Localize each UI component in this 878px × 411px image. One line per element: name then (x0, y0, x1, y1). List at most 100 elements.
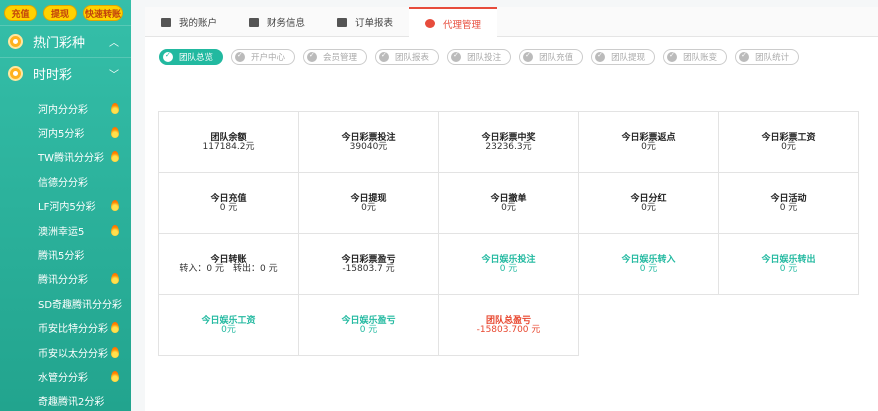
check-circle-icon (163, 51, 173, 62)
quick-transfer-button[interactable]: 快速转账 (83, 5, 123, 21)
stat-cell: 今日彩票中奖 23236.3元 (439, 112, 579, 173)
stat-cell: 今日活动 0 元 (719, 173, 859, 234)
stat-label: 今日娱乐投注 (481, 254, 536, 265)
tab-account[interactable]: 我的账户 (145, 7, 233, 37)
account-icon (160, 17, 171, 27)
hot-flame-icon (111, 346, 119, 358)
stat-cell: 今日彩票返点 0元 (579, 112, 719, 173)
subtab-pill[interactable]: 开户中心 (231, 49, 296, 65)
stat-label: 今日娱乐转入 (621, 254, 676, 265)
stat-label: 今日撤单 (490, 193, 527, 204)
tab-label: 我的账户 (178, 18, 217, 29)
lottery-item-label: 河内分分彩 (38, 104, 88, 116)
finance-icon (248, 17, 259, 27)
stat-label: 今日彩票中奖 (481, 132, 536, 143)
lottery-item-label: SD奇趣腾讯分分彩 (38, 299, 123, 311)
check-circle-icon (379, 51, 390, 62)
category-label: 时时彩 (33, 68, 73, 83)
subtab-label: 开户中心 (251, 53, 286, 63)
stat-cell: 今日娱乐转出 0 元 (719, 234, 859, 295)
category-icon (8, 34, 23, 49)
sidebar-lottery-item[interactable]: 水管分分彩 (0, 364, 131, 388)
subtab-label: 团队提现 (611, 53, 646, 63)
subtab-pill[interactable]: 团队投注 (447, 49, 512, 65)
stat-label: 今日转账 (210, 254, 247, 265)
check-circle-icon (451, 51, 462, 62)
stat-value: 0 元 (779, 263, 798, 274)
sidebar-top-buttons: 充值 提现 快速转账 (0, 0, 131, 25)
stat-cell: 今日娱乐转入 0 元 (579, 234, 719, 295)
lottery-item-label: 币安比特分分彩 (38, 324, 108, 336)
subtab-pill[interactable]: 团队充值 (519, 49, 584, 65)
sidebar-lottery-item[interactable]: 河内分分彩 (0, 96, 131, 120)
stat-label: 今日彩票投注 (341, 132, 396, 143)
stat-cell: 今日娱乐投注 0 元 (439, 234, 579, 295)
tab-bar: 我的账户 财务信息 订单报表 代理管理 (145, 7, 878, 38)
main-panel: 我的账户 财务信息 订单报表 代理管理 团队总览 开户中心 会员管理 团队报表 团队投注 团队充… (145, 7, 878, 411)
agent-subtabs: 团队总览 开户中心 会员管理 团队报表 团队投注 团队充值 团队提现 团队账变 团队统计 (145, 37, 878, 65)
stat-value: 0元 (221, 324, 236, 335)
tab-orders[interactable]: 订单报表 (321, 7, 409, 37)
check-circle-icon (595, 51, 606, 62)
subtab-pill[interactable]: 团队提现 (591, 49, 656, 65)
category-hot-lottery[interactable]: 热门彩种 ︿ (0, 25, 131, 57)
stat-label: 团队总盈亏 (485, 315, 531, 326)
stat-cell: 今日彩票投注 39040元 (299, 112, 439, 173)
tab-finance[interactable]: 财务信息 (233, 7, 321, 37)
subtab-label: 团队账变 (683, 53, 718, 63)
subtab-pill[interactable]: 团队报表 (375, 49, 440, 65)
sidebar-lottery-item[interactable]: 腾讯5分彩 (0, 242, 131, 266)
stat-value: 39040元 (349, 141, 388, 152)
lottery-item-label: 币安以太分分彩 (38, 348, 108, 360)
sidebar-lottery-item[interactable]: 信德分分彩 (0, 169, 131, 193)
stat-value: 23236.3元 (485, 141, 532, 152)
lottery-item-label: TW腾讯分分彩 (38, 153, 104, 165)
hot-flame-icon (111, 200, 119, 212)
deposit-button[interactable]: 充值 (4, 5, 37, 21)
subtab-label: 会员管理 (323, 53, 358, 63)
check-circle-icon (523, 51, 534, 62)
stat-cell: 今日转账 转入：0 元 转出：0 元 (159, 234, 299, 295)
stat-cell: 今日彩票工资 0元 (719, 112, 859, 173)
sidebar-lottery-item[interactable]: 奇趣腾讯2分彩 (0, 389, 131, 411)
sidebar-lottery-item[interactable]: LF河内5分彩 (0, 194, 131, 218)
category-label: 热门彩种 (33, 36, 86, 51)
chevron-down-icon: ﹀ (109, 70, 119, 81)
sidebar: 充值 提现 快速转账 热门彩种 ︿ 时时彩 ﹀ 河内分分彩河内5分彩 TW腾讯分分… (0, 0, 131, 411)
sidebar-lottery-item[interactable]: 腾讯分分彩 (0, 267, 131, 291)
hot-flame-icon (111, 151, 119, 163)
sidebar-lottery-item[interactable]: 币安以太分分彩 (0, 340, 131, 364)
subtab-label: 团队统计 (755, 53, 790, 63)
sidebar-lottery-item[interactable]: SD奇趣腾讯分分彩 (0, 291, 131, 315)
check-circle-icon (235, 51, 246, 62)
category-shishicai[interactable]: 时时彩 ﹀ (0, 57, 131, 89)
stat-value: 0元 (781, 141, 796, 152)
subtab-label: 团队投注 (467, 53, 502, 63)
sidebar-lottery-item[interactable]: 币安比特分分彩 (0, 316, 131, 340)
withdraw-button[interactable]: 提现 (43, 5, 77, 21)
hot-flame-icon (111, 370, 119, 382)
stat-label: 团队余额 (210, 132, 247, 143)
tab-agent[interactable]: 代理管理 (409, 7, 497, 38)
stat-value: 0 元 (219, 202, 238, 213)
subtab-pill[interactable]: 团队总览 (159, 49, 224, 65)
stat-label: 今日彩票工资 (761, 132, 816, 143)
team-stats-grid: 团队余额 117184.2元 今日彩票投注 39040元 今日彩票中奖 23236.3元今… (158, 111, 859, 356)
check-circle-icon (307, 51, 318, 62)
stat-label: 今日彩票返点 (621, 132, 676, 143)
subtab-label: 团队充值 (539, 53, 574, 63)
stat-value: -15803.700 元 (476, 324, 541, 335)
stat-label: 今日分红 (630, 193, 667, 204)
sidebar-lottery-item[interactable]: TW腾讯分分彩 (0, 145, 131, 169)
lottery-list: 河内分分彩河内5分彩 TW腾讯分分彩信德分分彩 LF河内5分彩 澳洲幸运5 腾讯5分彩腾… (0, 96, 131, 411)
stat-label: 今日彩票盈亏 (341, 254, 396, 265)
lottery-item-label: 水管分分彩 (38, 372, 88, 384)
subtab-pill[interactable]: 团队统计 (735, 49, 800, 65)
sidebar-lottery-item[interactable]: 澳洲幸运5 (0, 218, 131, 242)
sidebar-lottery-item[interactable]: 河内5分彩 (0, 120, 131, 144)
subtab-pill[interactable]: 会员管理 (303, 49, 368, 65)
stat-label: 今日活动 (770, 193, 807, 204)
subtab-pill[interactable]: 团队账变 (663, 49, 728, 65)
stat-value: 0 元 (779, 202, 798, 213)
stat-cell: 团队余额 117184.2元 (159, 112, 299, 173)
